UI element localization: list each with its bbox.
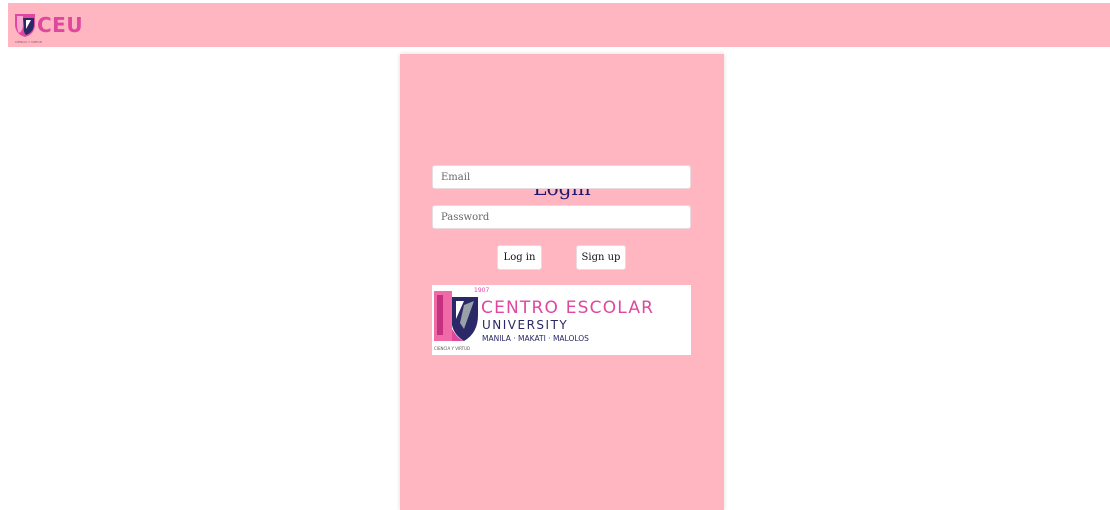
banner-campuses: MANILA · MAKATI · MALOLOS xyxy=(482,334,589,343)
banner-motto: CIENCIA Y VIRTUD xyxy=(434,346,471,351)
ceu-crest-icon xyxy=(434,289,482,345)
login-button[interactable]: Log in xyxy=(497,245,542,270)
banner-university-label: UNIVERSITY xyxy=(482,318,569,332)
logo-motto: CIENCIA Y VIRTUD xyxy=(15,40,43,44)
login-card: Login Log in Sign up CIENCIA Y VIRTUD 19… xyxy=(400,54,724,510)
top-navbar: CEU CIENCIA Y VIRTUD xyxy=(8,3,1110,47)
logo-text: CEU xyxy=(37,13,84,37)
banner-school-name: CENTRO ESCOLAR xyxy=(481,298,655,318)
ceu-logo[interactable]: CEU CIENCIA Y VIRTUD xyxy=(14,7,84,44)
email-input[interactable] xyxy=(432,165,691,189)
signup-button[interactable]: Sign up xyxy=(576,245,626,270)
banner-year: 1907 xyxy=(474,287,490,294)
password-input[interactable] xyxy=(432,205,691,229)
ceu-shield-icon xyxy=(14,12,36,38)
ceu-banner: CIENCIA Y VIRTUD 1907 CENTRO ESCOLAR UNI… xyxy=(432,285,691,355)
